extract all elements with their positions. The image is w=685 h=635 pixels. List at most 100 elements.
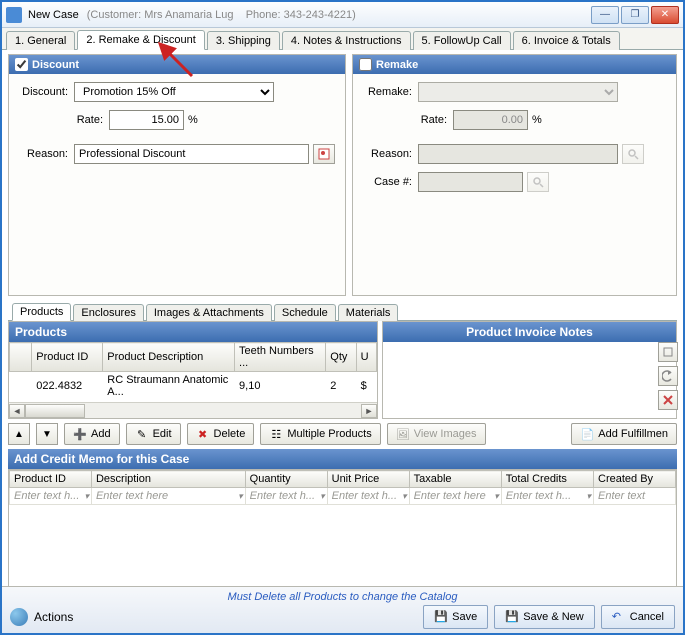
remake-rate-label: Rate: xyxy=(363,114,453,126)
ccol-unit-price[interactable]: Unit Price xyxy=(327,471,409,488)
col-product-desc[interactable]: Product Description xyxy=(103,343,235,372)
view-images-button[interactable]: 🖼View Images xyxy=(387,423,486,445)
filter-icon[interactable]: ▾ xyxy=(494,491,499,502)
main-tabbar: 1. General 2. Remake & Discount 3. Shipp… xyxy=(2,28,683,50)
maximize-button[interactable]: ❐ xyxy=(621,6,649,24)
save-new-button[interactable]: 💾Save & New xyxy=(494,605,595,629)
discount-reason-search-icon[interactable] xyxy=(313,144,335,164)
add-button[interactable]: ➕Add xyxy=(64,423,120,445)
midtab-products[interactable]: Products xyxy=(12,303,71,321)
ccol-total-credits[interactable]: Total Credits xyxy=(501,471,593,488)
tab-shipping[interactable]: 3. Shipping xyxy=(207,31,280,50)
invoice-notes-header: Product Invoice Notes xyxy=(383,322,676,342)
minimize-button[interactable]: — xyxy=(591,6,619,24)
col-product-id[interactable]: Product ID xyxy=(32,343,103,372)
products-header: Products xyxy=(9,322,377,342)
notes-copy-icon[interactable] xyxy=(658,342,678,362)
titlebar: New Case (Customer: Mrs Anamaria Lug Pho… xyxy=(2,2,683,28)
midtab-images[interactable]: Images & Attachments xyxy=(146,304,272,321)
nav-up-button[interactable]: ▲ xyxy=(8,423,30,445)
add-fulfillment-button[interactable]: 📄Add Fulfillmen xyxy=(571,423,677,445)
cancel-icon: ↶ xyxy=(612,610,626,624)
remake-header: Remake xyxy=(376,59,418,71)
remake-rate-input[interactable] xyxy=(453,110,528,130)
credit-input[interactable]: Enter text h...▾ xyxy=(246,488,327,504)
col-qty[interactable]: Qty xyxy=(326,343,356,372)
app-icon xyxy=(6,7,22,23)
tab-general[interactable]: 1. General xyxy=(6,31,75,50)
filter-icon[interactable]: ▾ xyxy=(586,491,591,502)
notes-delete-icon[interactable] xyxy=(658,390,678,410)
col-teeth[interactable]: Teeth Numbers ... xyxy=(235,343,326,372)
credit-memo-header: Add Credit Memo for this Case xyxy=(8,449,677,469)
filter-icon[interactable]: ▾ xyxy=(84,491,89,502)
discount-checkbox[interactable] xyxy=(15,58,28,71)
discount-percent: % xyxy=(188,114,198,126)
tab-notes[interactable]: 4. Notes & Instructions xyxy=(282,31,411,50)
remake-panel: Remake Remake: Rate: % Reason: Case #: xyxy=(352,54,677,296)
remake-case-label: Case #: xyxy=(363,176,418,188)
close-button[interactable]: ✕ xyxy=(651,6,679,24)
nav-down-button[interactable]: ▼ xyxy=(36,423,58,445)
filter-icon[interactable]: ▾ xyxy=(238,491,243,502)
multiple-icon: ☷ xyxy=(269,427,283,441)
ccol-product-id[interactable]: Product ID xyxy=(10,471,92,488)
discount-label: Discount: xyxy=(19,86,74,98)
filter-icon[interactable]: ▾ xyxy=(402,491,407,502)
edit-button[interactable]: ✎Edit xyxy=(126,423,181,445)
remake-label: Remake: xyxy=(363,86,418,98)
discount-panel: Discount Discount: Promotion 15% Off Rat… xyxy=(8,54,346,296)
fulfillment-icon: 📄 xyxy=(580,427,594,441)
cancel-button[interactable]: ↶Cancel xyxy=(601,605,675,629)
ccol-created-by[interactable]: Created By xyxy=(594,471,676,488)
tab-invoice[interactable]: 6. Invoice & Totals xyxy=(513,31,620,50)
ccol-quantity[interactable]: Quantity xyxy=(245,471,327,488)
tab-remake-discount[interactable]: 2. Remake & Discount xyxy=(77,30,204,50)
products-hscroll[interactable]: ◄► xyxy=(9,402,377,418)
remake-percent: % xyxy=(532,114,542,126)
credit-input[interactable]: Enter text here▾ xyxy=(410,488,501,504)
product-toolbar: ▲ ▼ ➕Add ✎Edit ✖Delete ☷Multiple Product… xyxy=(8,423,677,445)
remake-reason-search-icon[interactable] xyxy=(622,144,644,164)
invoice-notes-panel: Product Invoice Notes xyxy=(382,321,677,419)
remake-select[interactable] xyxy=(418,82,618,102)
remake-case-search-icon[interactable] xyxy=(527,172,549,192)
tab-followup[interactable]: 5. FollowUp Call xyxy=(413,31,511,50)
credit-input[interactable]: Enter text h...▾ xyxy=(10,488,91,504)
discount-header: Discount xyxy=(32,59,79,71)
remake-case-box[interactable] xyxy=(418,172,523,192)
discount-rate-input[interactable] xyxy=(109,110,184,130)
credit-grid[interactable]: Product ID Description Quantity Unit Pri… xyxy=(9,470,676,505)
notes-undo-icon[interactable] xyxy=(658,366,678,386)
midtab-materials[interactable]: Materials xyxy=(338,304,399,321)
ccol-taxable[interactable]: Taxable xyxy=(409,471,501,488)
discount-reason-box[interactable]: Professional Discount xyxy=(74,144,309,164)
save-icon: 💾 xyxy=(434,610,448,624)
window-title: New Case xyxy=(28,9,79,21)
table-row[interactable]: 022.4832RC Straumann Anatomic A...9,102$ xyxy=(10,372,377,401)
filter-icon[interactable]: ▾ xyxy=(320,491,325,502)
add-icon: ➕ xyxy=(73,427,87,441)
midtab-enclosures[interactable]: Enclosures xyxy=(73,304,143,321)
multiple-products-button[interactable]: ☷Multiple Products xyxy=(260,423,380,445)
midtab-schedule[interactable]: Schedule xyxy=(274,304,336,321)
products-panel: Products Product ID Product Description … xyxy=(8,321,378,419)
credit-input[interactable]: Enter text h...▾ xyxy=(328,488,409,504)
footer: Must Delete all Products to change the C… xyxy=(2,586,683,633)
col-u[interactable]: U xyxy=(356,343,376,372)
credit-input[interactable]: Enter text xyxy=(594,488,675,504)
remake-checkbox[interactable] xyxy=(359,58,372,71)
discount-select[interactable]: Promotion 15% Off xyxy=(74,82,274,102)
ccol-description[interactable]: Description xyxy=(91,471,245,488)
save-button[interactable]: 💾Save xyxy=(423,605,488,629)
products-grid[interactable]: Product ID Product Description Teeth Num… xyxy=(9,342,377,402)
discount-rate-label: Rate: xyxy=(19,114,109,126)
remake-reason-box[interactable] xyxy=(418,144,618,164)
actions-icon[interactable] xyxy=(10,608,28,626)
delete-icon: ✖ xyxy=(196,427,210,441)
mid-tabbar: Products Enclosures Images & Attachments… xyxy=(8,300,677,321)
credit-input[interactable]: Enter text here▾ xyxy=(92,488,245,504)
delete-button[interactable]: ✖Delete xyxy=(187,423,255,445)
actions-label[interactable]: Actions xyxy=(34,610,73,624)
credit-input[interactable]: Enter text h...▾ xyxy=(502,488,593,504)
